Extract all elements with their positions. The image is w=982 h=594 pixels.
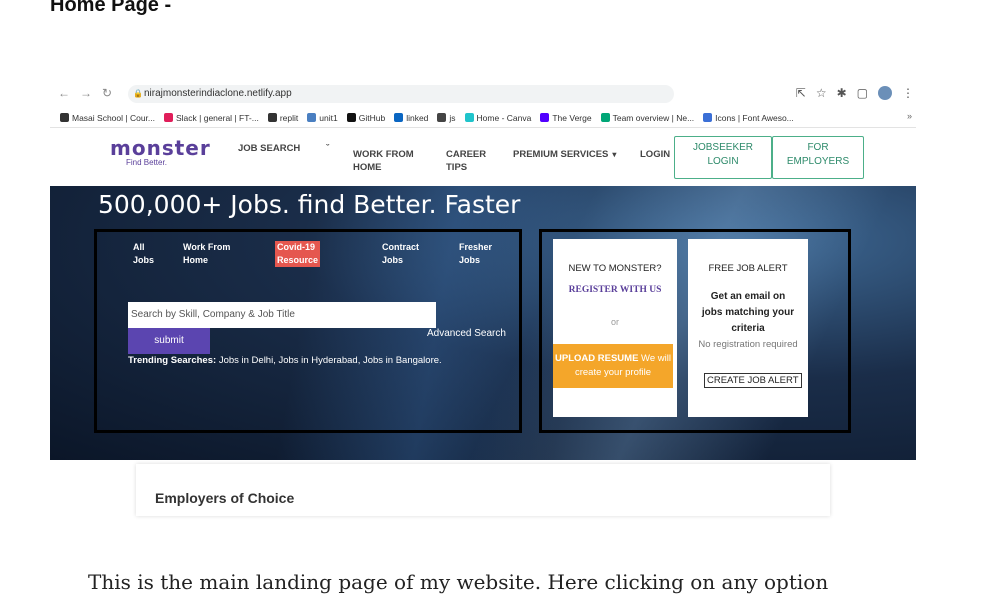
masai-icon [60,113,69,122]
site-header: monster Find Better. JOB SEARCH ˇ WORK F… [50,128,916,186]
page-heading: Home Page - [50,0,172,16]
share-icon[interactable]: ⇱ [796,86,806,100]
free-job-alert-title: FREE JOB ALERT [708,263,788,274]
sidebar-icon[interactable]: ▢ [857,86,868,100]
register-link[interactable]: REGISTER WITH US [553,285,677,295]
bookmarks-bar: Masai School | Cour... Slack | general | … [50,108,916,128]
bookmark-item[interactable]: The Verge [540,112,592,123]
or-label: or [610,317,619,327]
back-icon[interactable]: ← [58,86,70,100]
tab-work-from-home[interactable]: Work From Home [183,241,230,267]
chevron-down-icon[interactable]: ˇ [326,142,329,155]
submit-button[interactable]: submit [128,328,210,354]
bookmark-item[interactable]: linked [394,113,428,123]
bookmark-item[interactable]: unit1 [307,112,338,123]
bookmark-label: js [449,112,456,123]
nav-login[interactable]: LOGIN [640,148,670,161]
bookmark-label: GitHub [358,112,386,123]
canva-icon [464,113,474,122]
reload-icon[interactable]: ↻ [102,86,112,100]
account-panel: NEW TO MONSTER? REGISTER WITH US or UPLO… [539,229,851,433]
upload-resume-button[interactable]: UPLOAD RESUME We will create your profil… [553,344,673,388]
bookmark-item[interactable]: GitHub [346,112,386,123]
forward-icon[interactable]: → [80,86,92,100]
extensions-icon[interactable]: ✱ [837,86,847,100]
url-text: nirajmonsterindiaclone.netlify.app [144,88,292,99]
linkedin-icon [394,113,404,122]
monster-logo[interactable]: monster Find Better. [110,138,211,167]
js-icon [437,113,447,122]
flag-icon [703,113,713,122]
chevron-down-icon: ▾ [612,150,617,159]
employers-title: Employers of Choice [155,490,295,506]
tab-covid-resource[interactable]: Covid-19 Resource [275,241,321,267]
bookmark-label: Icons | Font Aweso... [715,112,794,123]
caption-text: This is the main landing page of my webs… [88,570,829,594]
github-icon [346,113,356,122]
create-job-alert-button[interactable]: CREATE JOB ALERT [704,373,802,388]
trending-label: Trending Searches: [128,355,217,366]
bookmark-label: linked [406,112,429,123]
new-to-monster-title: NEW TO MONSTER? [568,263,662,274]
replit-icon [267,113,277,122]
more-bookmarks-icon[interactable]: » [907,111,912,121]
advanced-search-link[interactable]: Advanced Search [427,328,506,339]
job-alert-card: FREE JOB ALERT Get an email on jobs match… [688,239,808,417]
url-field[interactable]: 🔒 nirajmonsterindiaclone.netlify.app [128,85,674,103]
bookmark-label: Home - Canva [476,112,532,123]
bookmark-label: Masai School | Cour... [72,112,155,123]
nav-work-from-home[interactable]: WORK FROM HOME [353,148,414,174]
verge-icon [540,113,550,122]
tab-all-jobs[interactable]: All Jobs [133,241,154,267]
new-to-monster-card: NEW TO MONSTER? REGISTER WITH US or UPLO… [553,239,677,417]
nav-career-tips[interactable]: CAREER TIPS [446,148,486,174]
bookmark-item[interactable]: replit [267,112,299,123]
website-screenshot: ← → ↻ 🔒 nirajmonsterindiaclone.netlify.a… [50,80,916,516]
trending-searches: Trending Searches: Jobs in Delhi, Jobs i… [128,355,442,366]
search-input[interactable]: Search by Skill, Company & Job Title [128,302,436,328]
bookmark-item[interactable]: Masai School | Cour... [60,113,155,123]
search-panel: All Jobs Work From Home Covid-19 Resource C… [94,229,522,433]
logo-word: monster [110,136,211,160]
alert-description: Get an email on jobs matching your criteri… [701,291,795,334]
jobseeker-login-button[interactable]: JOBSEEKER LOGIN [674,136,772,179]
bookmark-item[interactable]: js [437,112,456,123]
nav-premium-services[interactable]: PREMIUM SERVICES ▾ [513,148,616,161]
tab-contract-jobs[interactable]: Contract Jobs [382,241,419,267]
trending-items[interactable]: Jobs in Delhi, Jobs in Hyderabad, Jobs i… [219,355,442,366]
lock-icon: 🔒 [133,89,143,98]
bookmark-item[interactable]: Home - Canva [464,112,532,123]
bookmark-item[interactable]: Team overview | Ne... [600,112,695,123]
menu-icon[interactable]: ⋮ [902,86,914,100]
bookmark-label: Team overview | Ne... [612,112,695,123]
pen-icon [307,113,317,122]
tab-fresher-jobs[interactable]: Fresher Jobs [459,241,492,267]
profile-avatar[interactable] [878,86,892,100]
star-icon[interactable]: ☆ [816,86,827,100]
for-employers-button[interactable]: FOR EMPLOYERS [772,136,864,179]
slack-icon [164,113,173,122]
nav-job-search[interactable]: JOB SEARCH [238,142,300,155]
bookmark-item[interactable]: Slack | general | FT-... [164,113,259,123]
employers-section: Employers of Choice [136,464,830,516]
hero-banner: 500,000+ Jobs. find Better. Faster All Jo… [50,186,916,460]
diamond-icon [600,113,610,122]
hero-title: 500,000+ Jobs. find Better. Faster [98,190,521,219]
bookmark-label: replit [279,112,299,123]
bookmark-label: unit1 [319,112,338,123]
browser-address-bar: ← → ↻ 🔒 nirajmonsterindiaclone.netlify.a… [50,80,916,108]
bookmark-label: Slack | general | FT-... [176,112,259,123]
bookmark-label: The Verge [552,112,592,123]
no-registration-text: No registration required [698,339,798,350]
bookmark-item[interactable]: Icons | Font Aweso... [703,113,794,123]
